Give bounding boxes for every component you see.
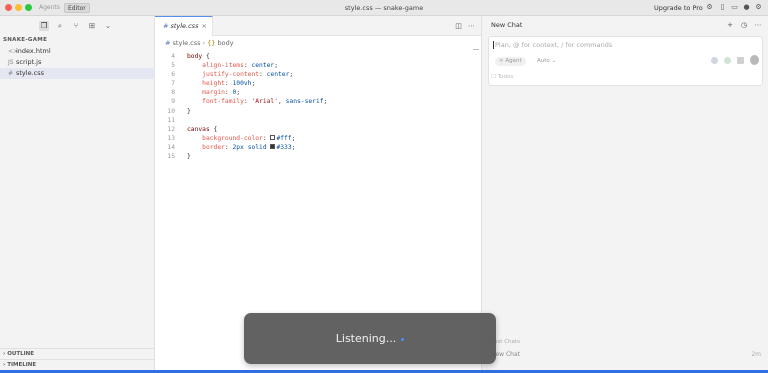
toggle-panel-icon[interactable]: ▭	[731, 4, 738, 11]
todo-label: Todos	[497, 74, 514, 80]
css-file-icon: #	[163, 22, 169, 30]
line-number: 12	[167, 125, 175, 133]
code-line: 12 canvas {	[155, 125, 481, 134]
line-number: 4	[171, 53, 175, 60]
line-number: 5	[171, 62, 175, 70]
folder-header[interactable]: SNAKE-GAME	[3, 37, 47, 43]
listening-text: Listening...	[335, 332, 397, 345]
sidebar-toolbar: ❐ ⌕ ⑂ ⊞ ⌄	[0, 16, 155, 36]
title-bar: Agents Editor style.css — snake-game Upg…	[0, 0, 768, 16]
toggle-sidebar-icon[interactable]: ▯	[719, 4, 726, 11]
search-icon[interactable]: ⌕	[55, 21, 65, 31]
model-selector[interactable]: Auto ⌄	[537, 57, 556, 66]
close-tab-icon[interactable]: ×	[202, 17, 207, 36]
code-line: 10}	[155, 107, 481, 116]
line-number: 14	[167, 143, 175, 151]
explorer-icon[interactable]: ❐	[39, 21, 49, 31]
file-item-style-css[interactable]: # style.css	[0, 68, 155, 79]
timeline-label: TIMELINE	[7, 362, 37, 368]
listening-status: Listening...	[244, 332, 496, 345]
model-label: Auto	[537, 58, 550, 64]
chat-input[interactable]	[493, 41, 758, 49]
chevron-down-icon[interactable]: ⌄	[103, 21, 113, 31]
color-swatch[interactable]	[270, 135, 276, 141]
code-view[interactable]: 4 body { 5 align-items: center; 6 justify…	[155, 52, 481, 161]
file-name: script.js	[16, 58, 42, 66]
file-name: index.html	[16, 47, 51, 55]
css-file-icon: #	[165, 39, 171, 47]
todo-row[interactable]: ☐ Todos	[491, 74, 513, 80]
account-icon[interactable]: ●	[743, 4, 750, 11]
image-icon[interactable]	[737, 57, 744, 64]
selector-icon: {}	[207, 39, 216, 47]
chat-panel: New Chat + ◷ ⋯ ∞ Agent Auto ⌄ ☐ Todos Pa…	[481, 16, 768, 373]
code-line: 6 justify-content: center;	[155, 70, 481, 79]
line-number: 9	[171, 98, 175, 106]
more-icon[interactable]: ⋯	[754, 21, 762, 29]
file-item-index-html[interactable]: <>index.html	[0, 46, 155, 57]
recording-indicator-icon	[401, 337, 405, 341]
css-file-icon: #	[8, 70, 14, 77]
color-swatch[interactable]	[270, 144, 276, 150]
gear-icon[interactable]: ⚙	[706, 4, 713, 11]
split-editor-icon[interactable]: ◫	[455, 23, 462, 30]
code-line: 4 body {	[155, 52, 481, 61]
timeline-section[interactable]: › TIMELINE	[0, 359, 155, 370]
extensions-icon[interactable]: ⊞	[87, 21, 97, 31]
more-actions-icon[interactable]: ⋯	[468, 23, 475, 30]
js-file-icon: JS	[8, 59, 14, 66]
listening-overlay: Listening...	[244, 313, 496, 364]
line-number: 15	[167, 153, 175, 161]
code-line: 5 align-items: center;	[155, 61, 481, 70]
tab-label: style.css	[170, 22, 199, 30]
file-name: style.css	[16, 69, 44, 77]
line-number: 6	[171, 71, 175, 79]
breadcrumb-symbol[interactable]: body	[218, 39, 234, 47]
outline-label: OUTLINE	[7, 351, 34, 357]
chat-composer: ∞ Agent Auto ⌄	[488, 36, 763, 86]
past-chat-age: 2m	[751, 351, 761, 358]
chat-title[interactable]: New Chat	[491, 21, 522, 29]
minimap[interactable]	[473, 49, 479, 50]
agent-mode-label: Agent	[505, 58, 522, 64]
line-number: 10	[167, 107, 175, 115]
code-line: 11	[155, 116, 481, 125]
html-file-icon: <>	[8, 48, 19, 55]
upgrade-to-pro-button[interactable]: Upgrade to Pro	[654, 4, 703, 12]
code-line: 14 border: 2px solid #333;	[155, 143, 481, 152]
code-line: 15}	[155, 152, 481, 161]
code-line: 8 margin: 0;	[155, 88, 481, 97]
history-icon[interactable]: ◷	[740, 21, 748, 29]
tab-style-css[interactable]: # style.css ×	[155, 16, 213, 36]
file-item-script-js[interactable]: JS script.js	[0, 57, 155, 68]
line-number: 7	[171, 80, 175, 88]
past-chat-item[interactable]: New Chat 2m	[491, 351, 761, 358]
explorer-sidebar: ❐ ⌕ ⑂ ⊞ ⌄ SNAKE-GAME <>index.html JS scri…	[0, 16, 155, 373]
context-icon[interactable]	[724, 57, 731, 64]
microphone-icon[interactable]	[750, 55, 759, 65]
settings-icon[interactable]: ⚙	[755, 4, 762, 11]
outline-section[interactable]: › OUTLINE	[0, 348, 155, 359]
line-number: 13	[167, 134, 175, 142]
code-line: 9 font-family: 'Arial', sans-serif;	[155, 97, 481, 106]
breadcrumb-file[interactable]: style.css	[173, 39, 201, 47]
agent-mode-selector[interactable]: ∞ Agent	[495, 57, 526, 66]
line-number: 8	[171, 89, 175, 97]
editor-tabstrip: # style.css × ◫ ⋯	[155, 16, 481, 36]
window-title: style.css — snake-game	[344, 4, 424, 12]
breadcrumb-separator: ›	[202, 39, 206, 47]
plus-icon[interactable]: +	[726, 21, 734, 29]
line-number: 11	[167, 116, 175, 124]
breadcrumb: # style.css ›{} body	[165, 39, 234, 47]
mention-icon[interactable]	[711, 57, 718, 64]
code-line: 13 background-color: #fff;	[155, 134, 481, 143]
source-control-icon[interactable]: ⑂	[71, 21, 81, 31]
code-line: 7 height: 100vh;	[155, 79, 481, 88]
